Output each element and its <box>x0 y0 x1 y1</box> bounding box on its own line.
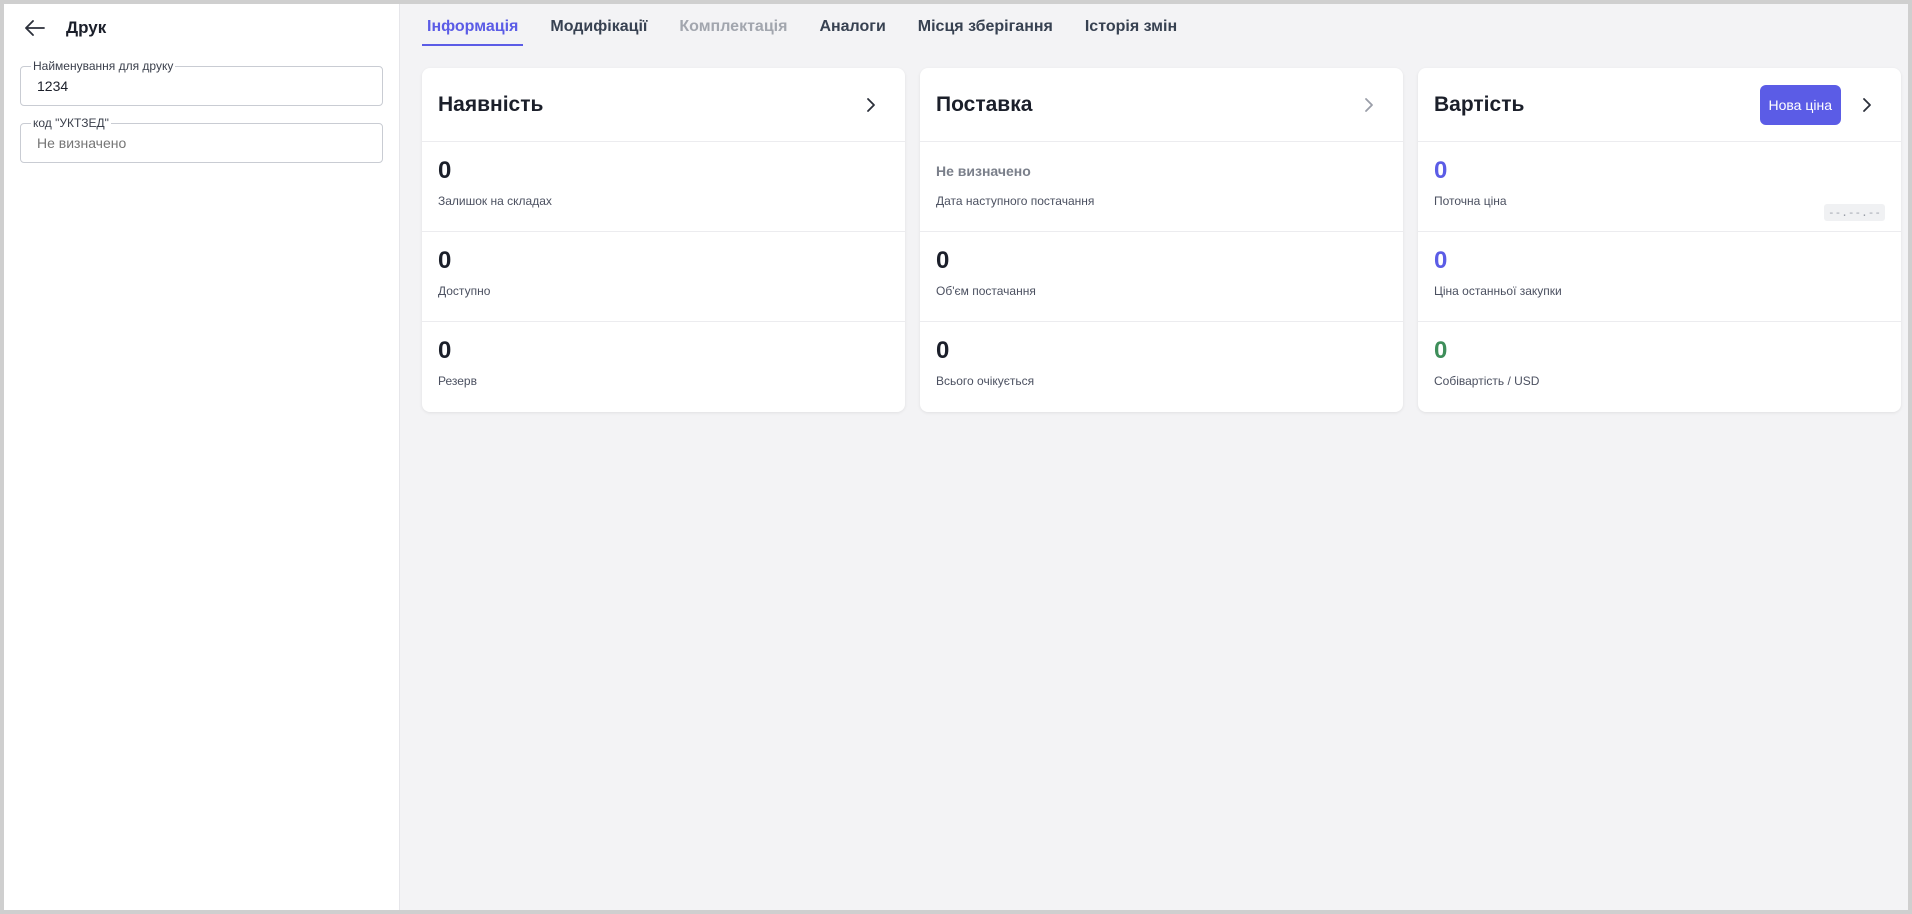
cost-price-value: 0 <box>1434 337 1448 364</box>
stock-value: 0 <box>438 157 452 184</box>
new-price-button[interactable]: Нова ціна <box>1759 84 1841 125</box>
arrow-left-icon[interactable] <box>20 16 50 40</box>
uktzed-code-field[interactable]: код "УКТЗЕД" <box>20 116 383 163</box>
main-content: Інформація Модифікації Комплектація Анал… <box>400 4 1908 910</box>
print-name-field[interactable]: Найменування для друку <box>20 59 383 106</box>
availability-card: Наявність 0 Залишок на складах 0 Доступн… <box>422 68 905 412</box>
cost-card-title: Вартість <box>1434 92 1525 116</box>
current-price-value: 0 <box>1434 157 1448 184</box>
supply-card-title: Поставка <box>936 92 1033 116</box>
tabs: Інформація Модифікації Комплектація Анал… <box>422 4 1908 46</box>
tab-information[interactable]: Інформація <box>422 18 524 46</box>
print-name-input[interactable] <box>37 78 366 94</box>
availability-card-header: Наявність <box>422 68 905 142</box>
availability-card-title: Наявність <box>438 92 544 116</box>
next-supply-date-metric: Не визначено Дата наступного постачання <box>920 142 1403 232</box>
stock-label: Залишок на складах <box>438 194 552 208</box>
info-cards: Наявність 0 Залишок на складах 0 Доступн… <box>422 68 1908 412</box>
supply-volume-value: 0 <box>936 247 950 274</box>
supply-volume-label: Об'єм постачання <box>936 284 1036 298</box>
next-supply-date-value: Не визначено <box>936 163 1031 179</box>
reserve-value: 0 <box>438 337 452 364</box>
app-frame: Друк Найменування для друку код "УКТЗЕД"… <box>4 4 1908 910</box>
stock-metric: 0 Залишок на складах <box>422 142 905 232</box>
cost-card-header: Вартість Нова ціна <box>1418 68 1901 142</box>
total-expected-metric: 0 Всього очікується <box>920 322 1403 412</box>
current-price-label: Поточна ціна <box>1434 194 1507 208</box>
supply-volume-metric: 0 Об'єм постачання <box>920 232 1403 322</box>
print-name-label: Найменування для друку <box>31 59 176 73</box>
reserve-label: Резерв <box>438 374 477 388</box>
supply-card-header: Поставка <box>920 68 1403 142</box>
chevron-right-icon[interactable] <box>857 91 885 119</box>
sidebar-header: Друк <box>20 14 383 42</box>
cost-price-label: Собівартість / USD <box>1434 374 1540 388</box>
last-purchase-price-value: 0 <box>1434 247 1448 274</box>
tab-storage-places[interactable]: Місця зберігання <box>913 18 1058 46</box>
current-price-metric: 0 Поточна ціна --.--.-- <box>1418 142 1901 232</box>
cost-price-metric: 0 Собівартість / USD <box>1418 322 1901 412</box>
supply-card: Поставка Не визначено Дата наступного по… <box>920 68 1403 412</box>
tab-modifications[interactable]: Модифікації <box>545 18 652 46</box>
tab-analogs[interactable]: Аналоги <box>814 18 890 46</box>
last-purchase-price-metric: 0 Ціна останньої закупки <box>1418 232 1901 322</box>
tab-change-history[interactable]: Історія змін <box>1080 18 1182 46</box>
available-metric: 0 Доступно <box>422 232 905 322</box>
total-expected-label: Всього очікується <box>936 374 1035 388</box>
chevron-right-icon[interactable] <box>1853 91 1881 119</box>
cost-card: Вартість Нова ціна 0 Поточна ціна --.--.… <box>1418 68 1901 412</box>
last-purchase-price-label: Ціна останньої закупки <box>1434 284 1562 298</box>
reserve-metric: 0 Резерв <box>422 322 905 412</box>
available-value: 0 <box>438 247 452 274</box>
uktzed-code-label: код "УКТЗЕД" <box>31 116 111 130</box>
available-label: Доступно <box>438 284 491 298</box>
total-expected-value: 0 <box>936 337 950 364</box>
price-date-badge: --.--.-- <box>1824 204 1885 221</box>
chevron-right-icon[interactable] <box>1355 91 1383 119</box>
uktzed-code-input[interactable] <box>37 135 366 151</box>
sidebar-title: Друк <box>66 18 107 37</box>
tab-bundle: Комплектація <box>679 18 788 35</box>
sidebar: Друк Найменування для друку код "УКТЗЕД" <box>4 4 400 910</box>
next-supply-date-label: Дата наступного постачання <box>936 194 1095 208</box>
